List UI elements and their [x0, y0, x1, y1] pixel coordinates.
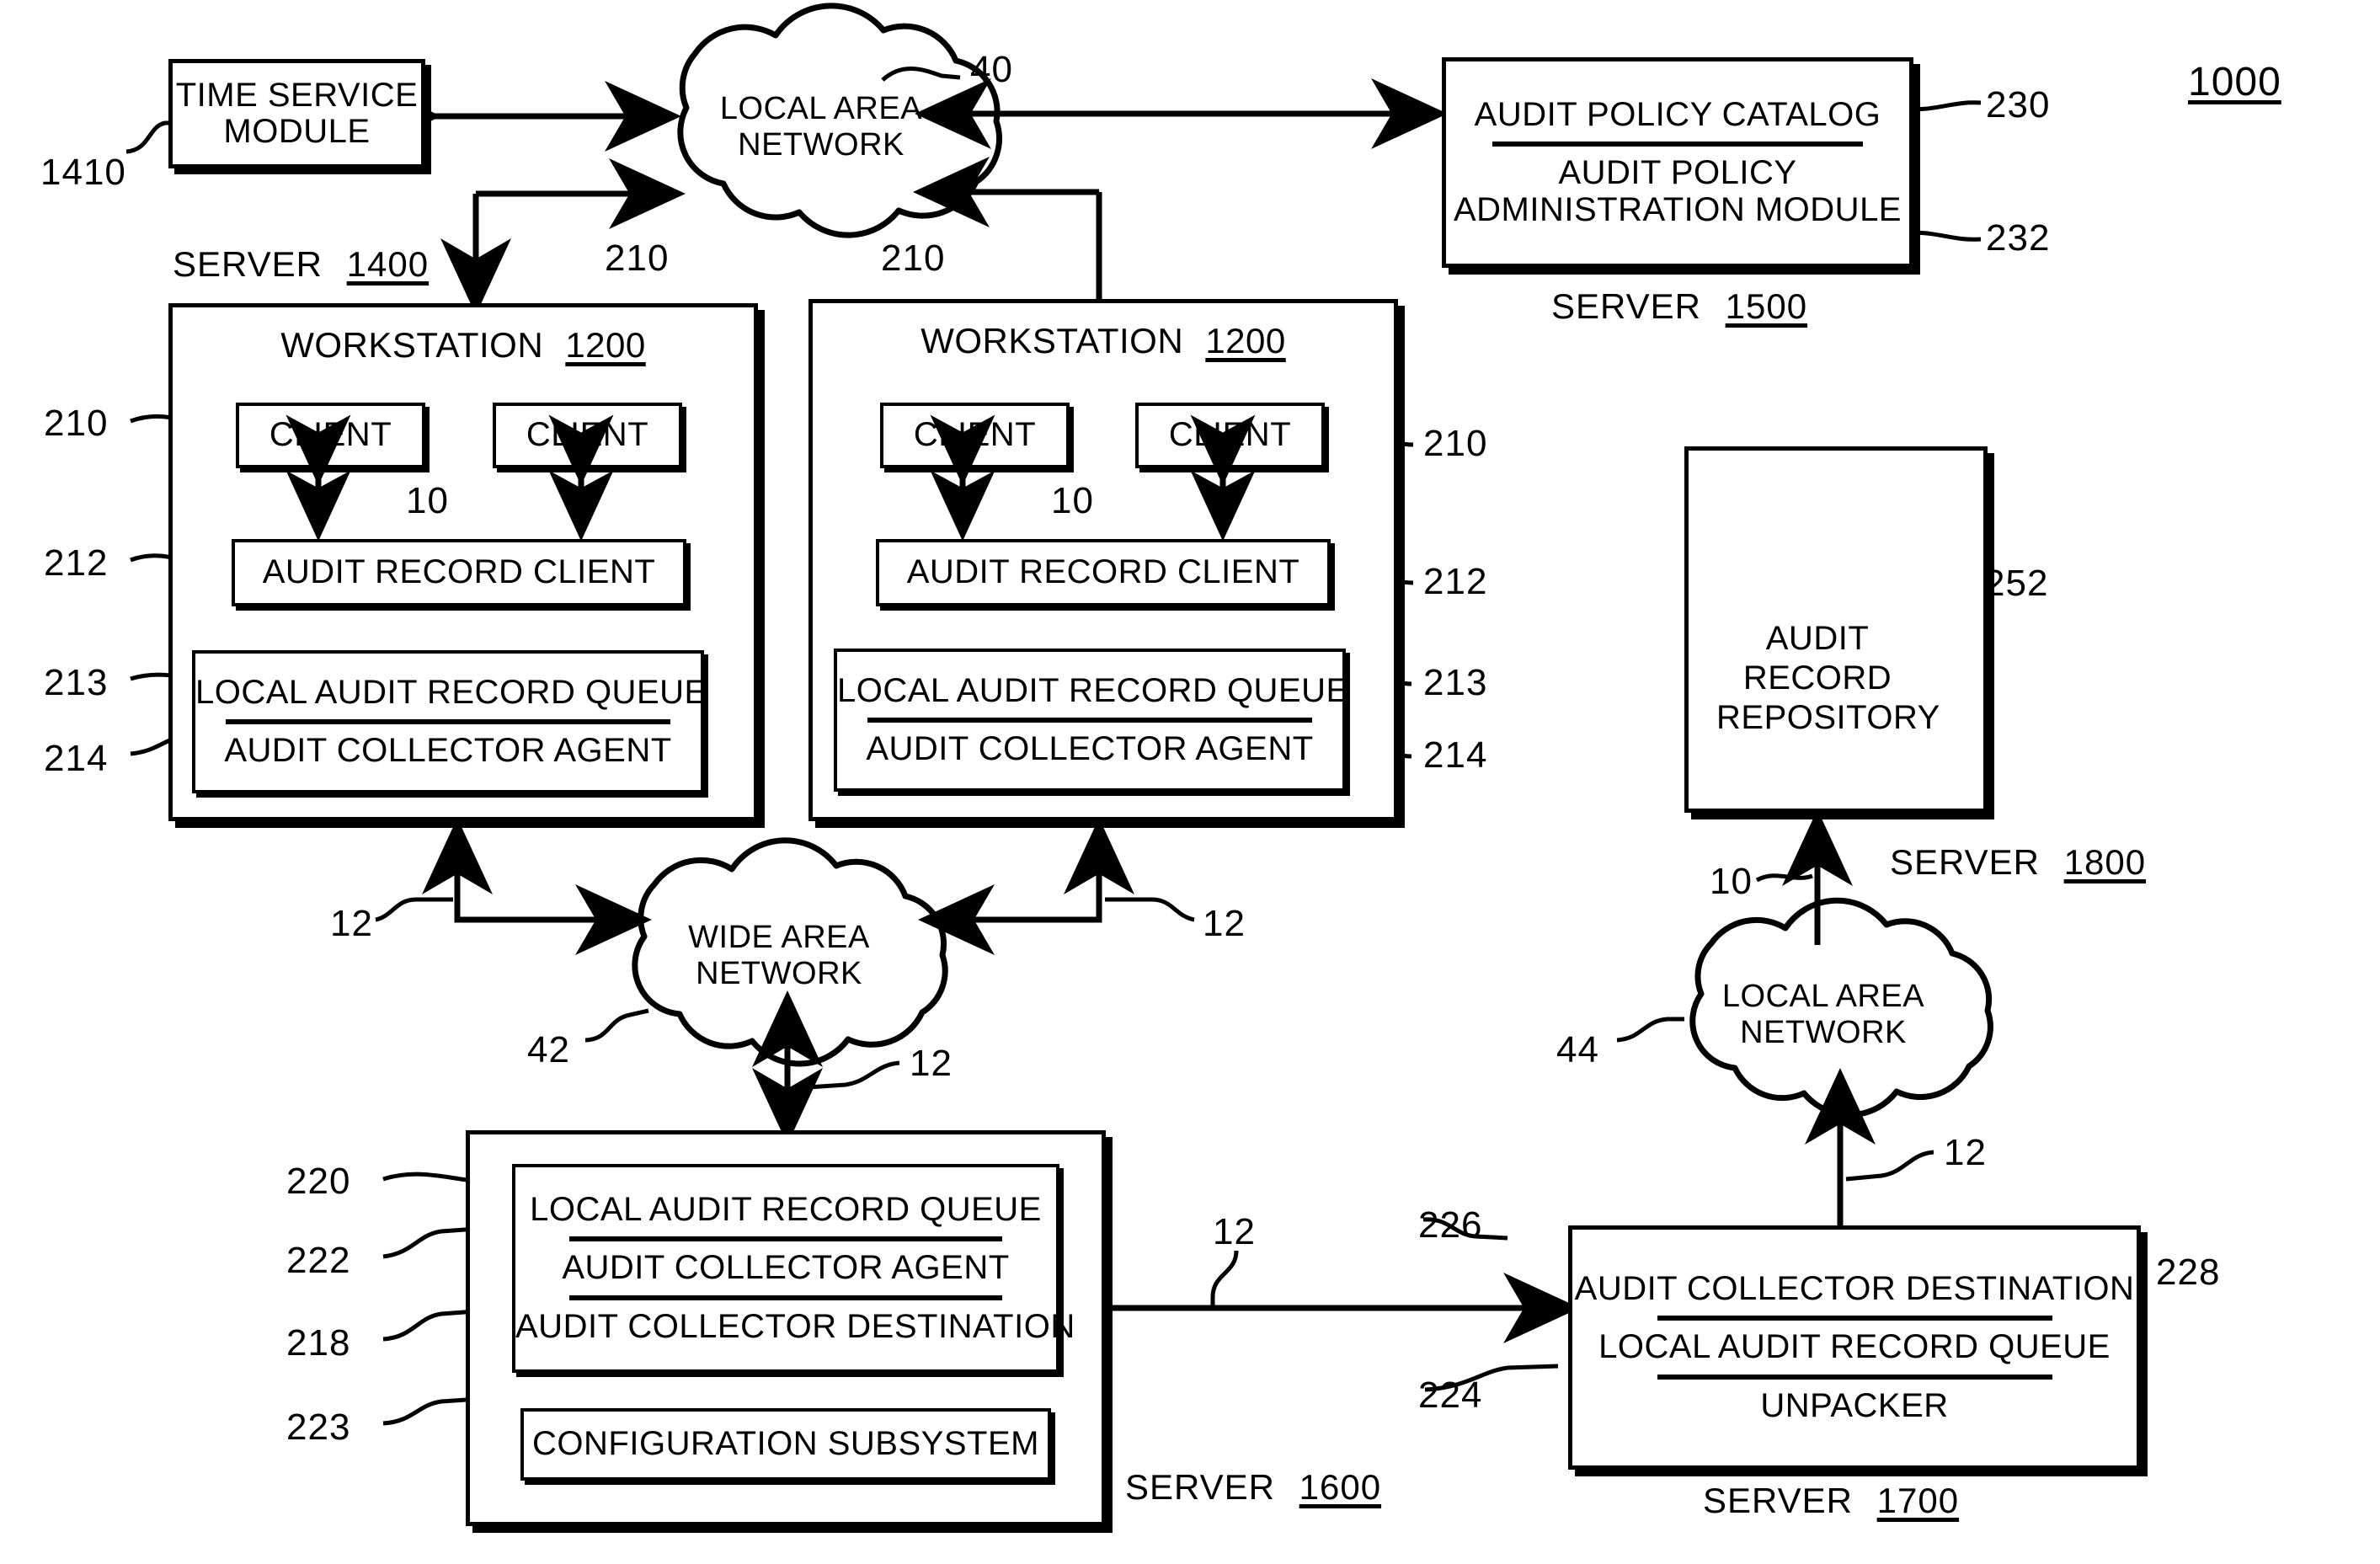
client-link-arrows [285, 414, 1256, 542]
patent-figure-1000: LOCAL AREA NETWORK WIDE AREA NETWORK LOC… [0, 0, 2380, 1564]
